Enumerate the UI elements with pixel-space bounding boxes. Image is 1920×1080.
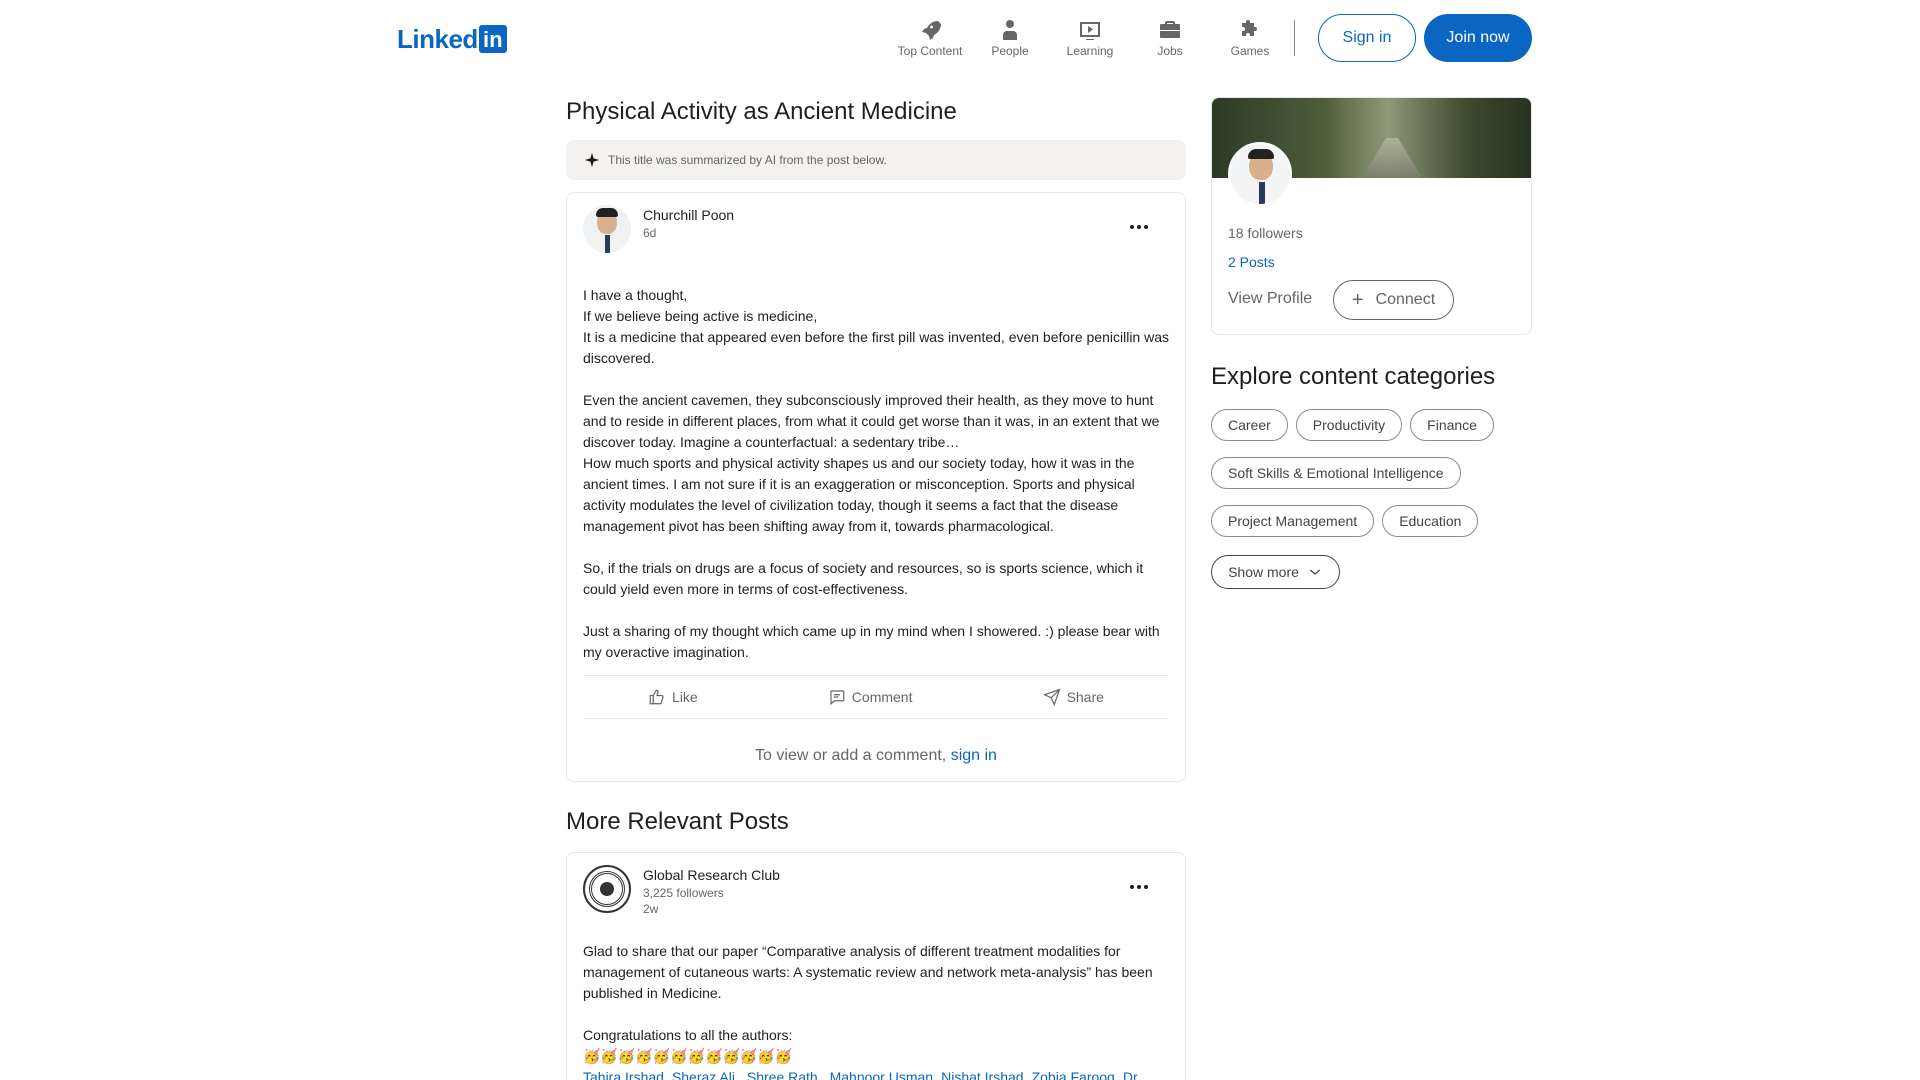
plus-icon: + xyxy=(1351,289,1364,311)
linkedin-logo[interactable]: Linked in xyxy=(397,23,507,54)
sparkle-icon xyxy=(584,152,600,168)
author-avatar[interactable] xyxy=(583,205,631,253)
post-paragraph: I have a thought, If we believe being ac… xyxy=(583,287,1170,366)
post-paragraph: So, if the trials on drugs are a focus o… xyxy=(583,560,1144,597)
people-icon xyxy=(1003,20,1017,40)
logo-box: in xyxy=(478,25,507,53)
profile-avatar[interactable] xyxy=(1228,142,1292,206)
org-name[interactable]: Global Research Club xyxy=(643,865,780,885)
page-title: Physical Activity as Ancient Medicine xyxy=(566,98,957,125)
comment-icon xyxy=(830,690,845,705)
author-tag[interactable]: Zobia Farooq xyxy=(1032,1069,1115,1080)
like-button[interactable]: Like xyxy=(648,688,698,706)
nav-label: Top Content xyxy=(897,44,963,58)
nav-label: Games xyxy=(1230,44,1270,58)
category-pill[interactable]: Finance xyxy=(1410,409,1494,441)
briefcase-icon xyxy=(1160,21,1180,38)
post-paragraph: Just a sharing of my thought which came … xyxy=(583,623,1160,660)
profile-posts-link[interactable]: 2 Posts xyxy=(1228,254,1275,270)
post-actions: Like Comment Share xyxy=(583,675,1169,719)
author-name[interactable]: Churchill Poon xyxy=(643,205,734,225)
emoji-line: 🥳🥳🥳🥳🥳🥳🥳🥳🥳🥳🥳🥳 xyxy=(583,1048,793,1064)
post-paragraph: Even the ancient cavemen, they subconsci… xyxy=(583,392,1160,534)
category-pill[interactable]: Project Management xyxy=(1211,505,1375,537)
author-profile-card: 18 followers 2 Posts View Profile + Conn… xyxy=(1211,97,1532,335)
post-header: Churchill Poon 6d xyxy=(583,205,1169,261)
learning-icon xyxy=(1080,22,1100,40)
show-more-label: Show more xyxy=(1228,564,1299,580)
nav-games[interactable]: Games xyxy=(1210,18,1290,58)
author-tag[interactable]: Shree Rath xyxy=(743,1069,818,1080)
profile-followers: 18 followers xyxy=(1228,225,1303,241)
post-more-button[interactable] xyxy=(1123,211,1155,243)
category-pill[interactable]: Career xyxy=(1211,409,1288,441)
chevron-down-icon xyxy=(1309,569,1321,575)
ai-note-text: This title was summarized by AI from the… xyxy=(608,153,887,167)
more-icon xyxy=(1130,225,1148,229)
related-post-card: Global Research Club 3,225 followers 2w … xyxy=(566,852,1186,1080)
nav-jobs[interactable]: Jobs xyxy=(1130,18,1210,58)
nav-people[interactable]: People xyxy=(970,18,1050,58)
related-more-button[interactable] xyxy=(1123,871,1155,903)
author-tag[interactable]: Mahnoor Usman xyxy=(826,1069,934,1080)
like-icon xyxy=(649,689,664,705)
related-paragraph: Congratulations to all the authors: xyxy=(583,1027,793,1043)
org-avatar[interactable] xyxy=(583,865,631,913)
post-time: 6d xyxy=(643,226,657,240)
comment-button[interactable]: Comment xyxy=(828,688,913,706)
nav-top-content[interactable]: Top Content xyxy=(890,18,970,58)
category-pills: Career Productivity Finance Soft Skills … xyxy=(1211,409,1532,537)
share-label: Share xyxy=(1066,689,1104,705)
right-sidebar: 18 followers 2 Posts View Profile + Conn… xyxy=(1211,97,1532,589)
join-now-button[interactable]: Join now xyxy=(1424,14,1532,62)
tagged-authors: Tahira Irshad Sheraz Ali Shree Rath Mahno… xyxy=(583,1067,1169,1080)
comment-label: Comment xyxy=(851,689,913,705)
org-info: Global Research Club 3,225 followers 2w xyxy=(643,865,780,917)
category-pill[interactable]: Soft Skills & Emotional Intelligence xyxy=(1211,457,1461,489)
related-paragraph: Glad to share that our paper “Comparativ… xyxy=(583,943,1153,1001)
top-header: Linked in Top Content People Learning Jo… xyxy=(0,0,1920,76)
author-tag[interactable]: Tahira Irshad xyxy=(583,1069,664,1080)
org-followers: 3,225 followers xyxy=(643,886,724,900)
related-post-header: Global Research Club 3,225 followers 2w xyxy=(583,865,1169,921)
comment-prompt-text: To view or add a comment, xyxy=(755,747,947,764)
connect-button[interactable]: + Connect xyxy=(1333,280,1454,320)
post-card: Churchill Poon 6d I have a thought, If w… xyxy=(566,192,1186,782)
nav-label: Jobs xyxy=(1157,44,1183,58)
more-relevant-posts-title: More Relevant Posts xyxy=(566,808,789,835)
connect-label: Connect xyxy=(1375,291,1436,308)
nav-learning[interactable]: Learning xyxy=(1050,18,1130,58)
post-body: I have a thought, If we believe being ac… xyxy=(583,285,1169,663)
share-button[interactable]: Share xyxy=(1042,688,1104,706)
author-tag[interactable]: Sheraz Ali xyxy=(672,1069,735,1080)
sign-in-link[interactable]: sign in xyxy=(951,747,997,764)
related-post-body: Glad to share that our paper “Comparativ… xyxy=(583,941,1169,1080)
ai-summary-note: This title was summarized by AI from the… xyxy=(566,140,1186,180)
explore-categories-title: Explore content categories xyxy=(1211,363,1496,390)
category-pill[interactable]: Productivity xyxy=(1295,409,1403,441)
nav-label: People xyxy=(991,44,1029,58)
nav-label: Learning xyxy=(1066,44,1114,58)
sign-in-button[interactable]: Sign in xyxy=(1318,14,1416,62)
logo-text: Linked xyxy=(397,23,478,54)
main-nav: Top Content People Learning Jobs Games xyxy=(890,18,1290,58)
nav-divider xyxy=(1294,20,1295,56)
send-icon xyxy=(1042,688,1061,706)
rocket-icon xyxy=(922,21,941,40)
author-info: Churchill Poon 6d xyxy=(643,205,734,241)
puzzle-icon xyxy=(1242,20,1257,36)
like-label: Like xyxy=(672,689,698,705)
view-profile-link[interactable]: View Profile xyxy=(1228,290,1312,308)
more-icon xyxy=(1130,885,1148,889)
main-column: Physical Activity as Ancient Medicine Th… xyxy=(566,94,1186,1080)
related-post-time: 2w xyxy=(643,902,659,916)
category-pill[interactable]: Education xyxy=(1382,505,1479,537)
author-tag[interactable]: Nishat Irshad xyxy=(941,1069,1023,1080)
comment-prompt: To view or add a comment, sign in xyxy=(583,747,1169,765)
show-more-button[interactable]: Show more xyxy=(1211,555,1340,589)
